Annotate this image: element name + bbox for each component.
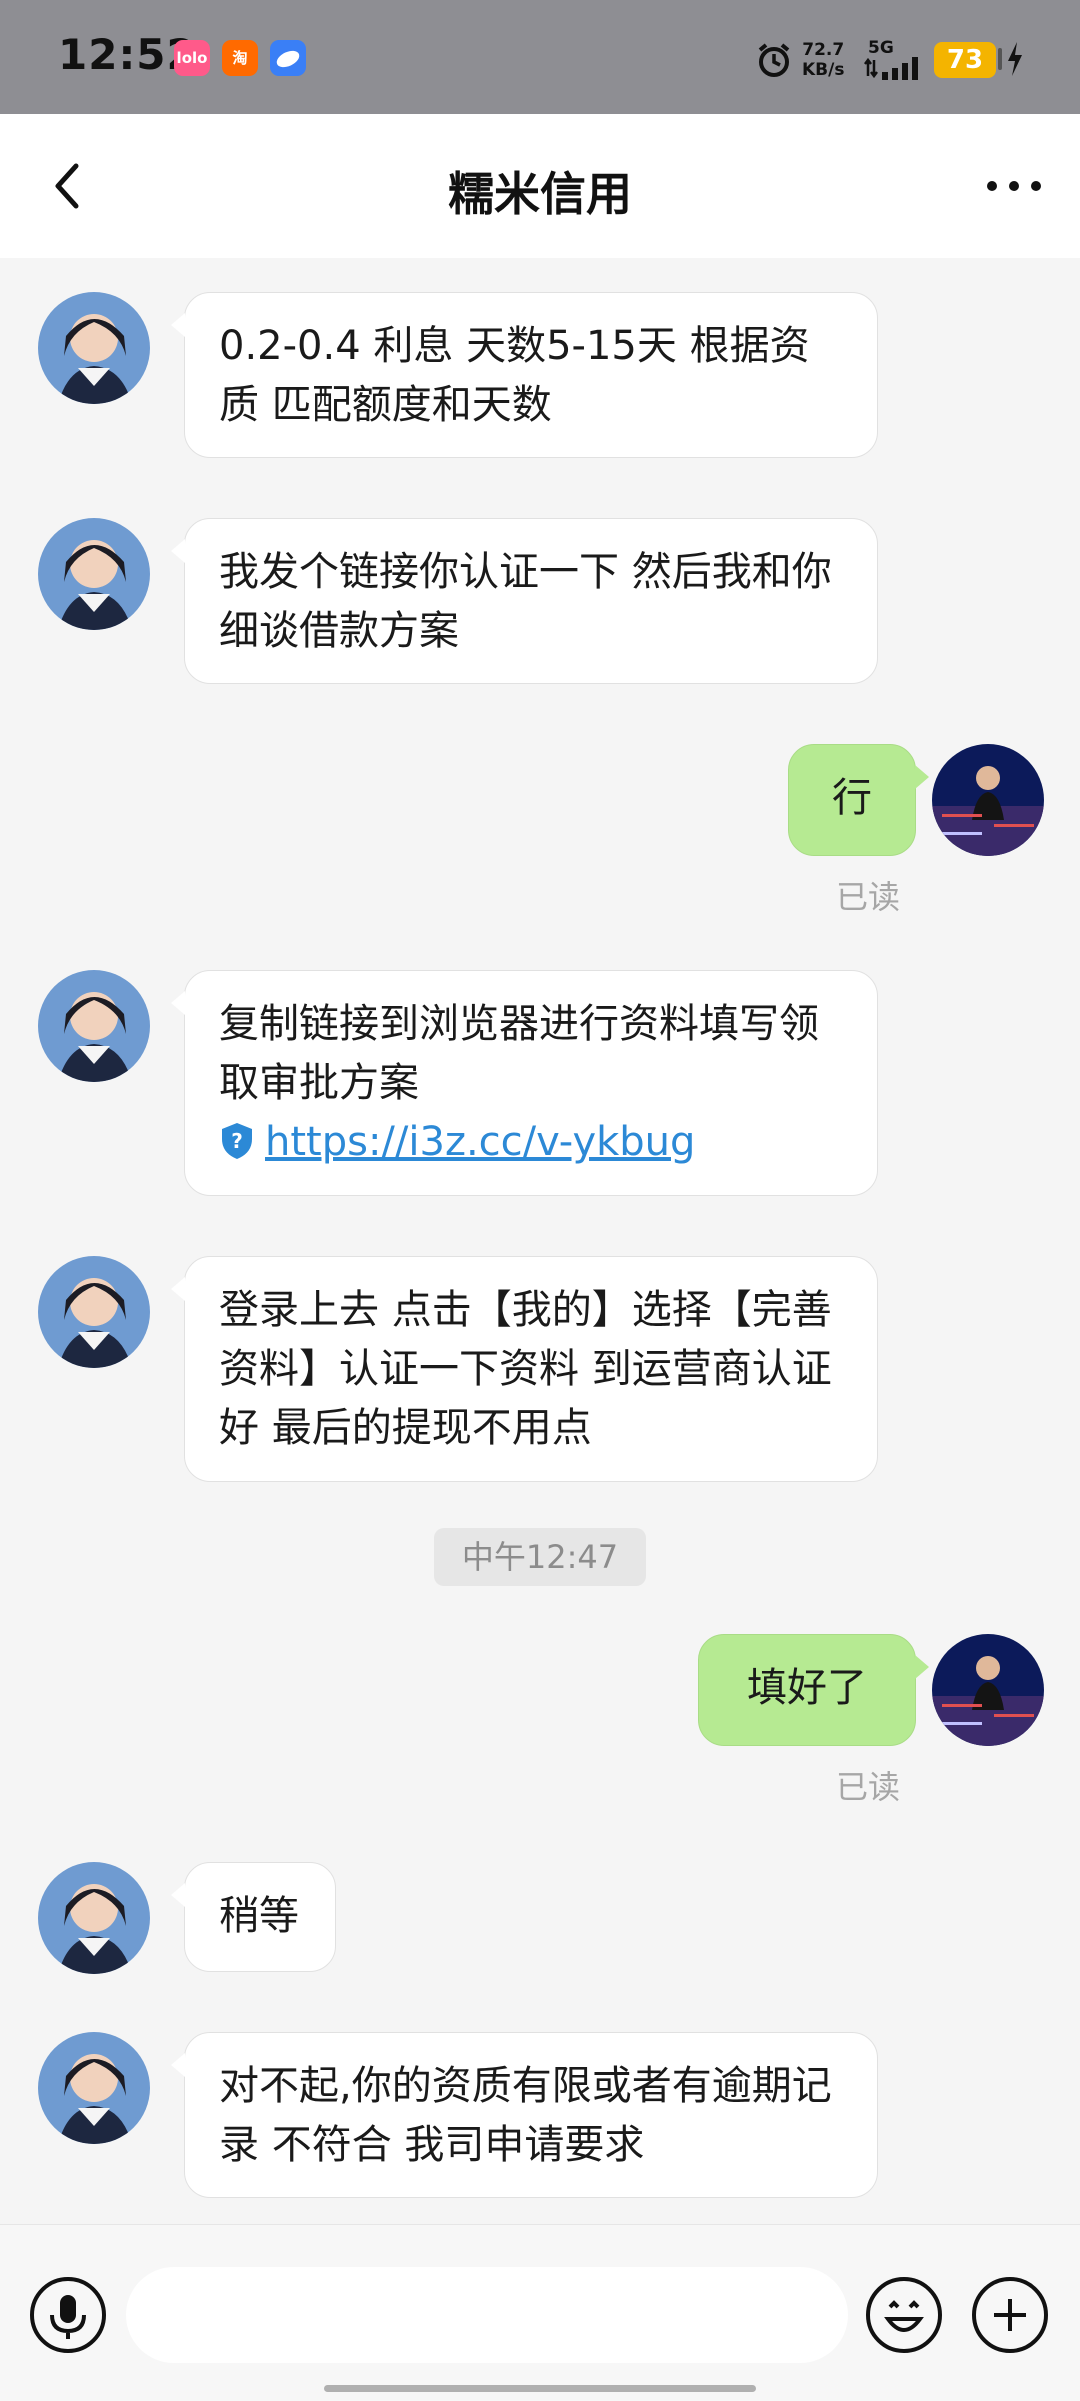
message-input[interactable] bbox=[126, 2267, 848, 2363]
read-receipt: 已读 bbox=[836, 1768, 901, 1806]
taobao-app-icon: 淘 bbox=[222, 40, 258, 76]
message-bubble: 0.2-0.4 利息 天数5-15天 根据资质 匹配额度和天数 bbox=[171, 292, 878, 458]
voice-button[interactable] bbox=[10, 2257, 126, 2373]
user-avatar[interactable] bbox=[932, 744, 1044, 856]
plus-icon bbox=[972, 2277, 1048, 2353]
shield-icon: ? bbox=[219, 1119, 255, 1178]
battery-indicator: 73 bbox=[934, 42, 996, 78]
status-bar: 12:52 lolo 淘 72.7 KB/s 5G 73 bbox=[0, 0, 1080, 114]
emoji-button[interactable] bbox=[846, 2257, 962, 2373]
link-row: ? https://i3z.cc/v-ykbug bbox=[219, 1113, 843, 1178]
battery-cap bbox=[998, 48, 1002, 70]
contact-avatar[interactable] bbox=[38, 292, 150, 404]
contact-avatar[interactable] bbox=[38, 518, 150, 630]
input-bar bbox=[0, 2224, 1080, 2401]
chat-title: 糯米信用 bbox=[448, 167, 632, 221]
sent-message-bubble: 填好了 bbox=[698, 1634, 929, 1746]
contact-avatar[interactable] bbox=[38, 2032, 150, 2144]
charging-icon bbox=[1004, 40, 1026, 82]
user-avatar[interactable] bbox=[932, 1634, 1044, 1746]
chat-header: 糯米信用 bbox=[0, 114, 1080, 258]
contact-avatar[interactable] bbox=[38, 1862, 150, 1974]
microphone-icon bbox=[30, 2277, 106, 2353]
read-receipt: 已读 bbox=[836, 878, 901, 916]
network-type: 5G bbox=[868, 38, 894, 58]
message-link[interactable]: https://i3z.cc/v-ykbug bbox=[265, 1119, 695, 1165]
alarm-icon bbox=[754, 40, 794, 84]
contact-avatar[interactable] bbox=[38, 1256, 150, 1368]
emoji-icon bbox=[866, 2277, 942, 2353]
sent-message-bubble: 行 bbox=[788, 744, 929, 856]
message-bubble: 我发个链接你认证一下 然后我和你细谈借款方案 bbox=[171, 518, 878, 684]
contact-avatar[interactable] bbox=[38, 970, 150, 1082]
more-functions-button[interactable] bbox=[952, 2257, 1068, 2373]
network-speed: 72.7 KB/s bbox=[802, 40, 845, 80]
message-bubble: 稍等 bbox=[171, 1862, 336, 1972]
timestamp: 中午12:47 bbox=[434, 1528, 646, 1586]
cloud-app-icon bbox=[270, 40, 306, 76]
message-bubble: 登录上去 点击【我的】选择【完善资料】认证一下资料 到运营商认证好 最后的提现不… bbox=[171, 1256, 878, 1482]
home-indicator[interactable] bbox=[324, 2385, 756, 2392]
svg-text:?: ? bbox=[231, 1129, 243, 1153]
message-bubble: 对不起,你的资质有限或者有逾期记录 不符合 我司申请要求 bbox=[171, 2032, 878, 2198]
signal-icon bbox=[864, 56, 926, 84]
more-options-icon[interactable] bbox=[984, 168, 1044, 204]
lolo-app-icon: lolo bbox=[174, 40, 210, 76]
message-bubble: 复制链接到浏览器进行资料填写领取审批方案 ? https://i3z.cc/v-… bbox=[171, 970, 878, 1196]
